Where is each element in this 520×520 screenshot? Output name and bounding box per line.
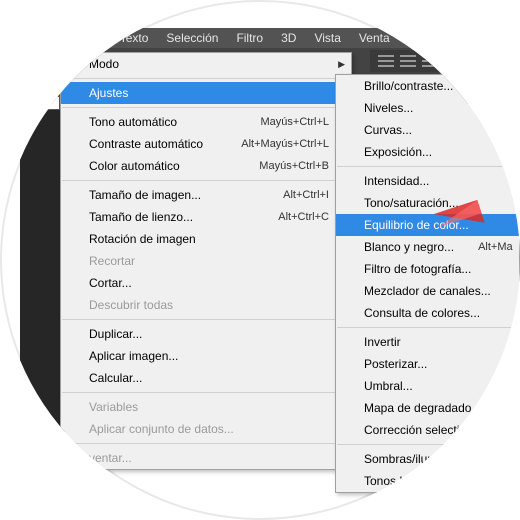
label: Corrección selectiva [364, 423, 472, 437]
menu-texto[interactable]: Texto [111, 31, 158, 45]
chevron-right-icon: ▶ [338, 59, 345, 70]
label: Variables [89, 400, 138, 414]
item-mapa-degradado[interactable]: Mapa de degradado... [336, 397, 519, 419]
align-center-icon[interactable] [400, 55, 416, 67]
menu-ventana[interactable]: Venta [350, 31, 399, 45]
label: ventar... [89, 451, 132, 465]
item-cortar[interactable]: Cortar... [61, 272, 351, 294]
item-curvas[interactable]: Curvas... [336, 119, 519, 141]
shortcut: Alt+Ma [454, 241, 513, 253]
canvas-area [20, 110, 65, 490]
label: Tonos HD [364, 474, 417, 488]
item-consulta-colores[interactable]: Consulta de colores... [336, 302, 519, 324]
item-tono-auto[interactable]: Tono automático Mayús+Ctrl+L [61, 111, 351, 133]
menu-seleccion[interactable]: Selección [157, 31, 227, 45]
item-exposicion[interactable]: Exposición... [336, 141, 519, 163]
label: Brillo/contraste... [364, 79, 453, 93]
item-duplicar[interactable]: Duplicar... [61, 323, 351, 345]
item-brillo[interactable]: Brillo/contraste... [336, 75, 519, 97]
align-right-icon[interactable] [422, 55, 438, 67]
item-tonos-hd[interactable]: Tonos HD [336, 470, 519, 492]
item-invertir[interactable]: Invertir [336, 331, 519, 353]
label: Contraste automático [89, 137, 203, 151]
shortcut: Alt+Mayús+Ctrl+L [217, 138, 329, 150]
item-variables: Variables▶ [61, 396, 351, 418]
label: Tono automático [89, 115, 177, 129]
item-modo[interactable]: Modo ▶ [61, 53, 351, 75]
label: Duplicar... [89, 327, 142, 341]
item-blanco-negro[interactable]: Blanco y negro...Alt+Ma [336, 236, 519, 258]
label: Mezclador de canales... [364, 284, 491, 298]
menu-imagen[interactable]: gen [26, 31, 64, 45]
label: Tamaño de imagen... [89, 188, 201, 202]
label: Ajustes [89, 86, 128, 100]
label: Umbral... [364, 379, 413, 393]
align-toolbar [370, 50, 500, 72]
item-niveles[interactable]: Niveles... [336, 97, 519, 119]
label: Tono/saturación... [364, 196, 459, 210]
label: Cortar... [89, 276, 132, 290]
label: Sombras/ilum [364, 452, 437, 466]
item-ajustes[interactable]: Ajustes▶ [61, 82, 351, 104]
label: Aplicar imagen... [89, 349, 178, 363]
item-equilibrio-color[interactable]: Equilibrio de color... [336, 214, 519, 236]
label: Invertir [364, 335, 401, 349]
label: Niveles... [364, 101, 413, 115]
item-contraste-auto[interactable]: Contraste automático Alt+Mayús+Ctrl+L [61, 133, 351, 155]
item-rotacion[interactable]: Rotación de imagen▶ [61, 228, 351, 250]
item-filtro-foto[interactable]: Filtro de fotografía... [336, 258, 519, 280]
item-posterizar[interactable]: Posterizar... [336, 353, 519, 375]
menu-filtro[interactable]: Filtro [227, 31, 272, 45]
label: Posterizar... [364, 357, 427, 371]
item-color-auto[interactable]: Color automático Mayús+Ctrl+B [61, 155, 351, 177]
item-sombras[interactable]: Sombras/ilum [336, 448, 519, 470]
menu-3d[interactable]: 3D [272, 31, 305, 45]
item-conjunto-datos: Aplicar conjunto de datos... [61, 418, 351, 440]
label: Modo [89, 57, 119, 71]
shortcut: Alt+Ctrl+I [259, 189, 329, 201]
ajustes-submenu: Brillo/contraste... Niveles... Curvas...… [335, 74, 520, 493]
item-calcular[interactable]: Calcular... [61, 367, 351, 389]
item-correccion[interactable]: Corrección selectiva [336, 419, 519, 441]
label: Calcular... [89, 371, 142, 385]
item-aplicar-imagen[interactable]: Aplicar imagen... [61, 345, 351, 367]
label: Recortar [89, 254, 135, 268]
item-recortar: Recortar [61, 250, 351, 272]
item-ventar: ventar... [61, 447, 351, 469]
image-menu: Modo ▶ Ajustes▶ Tono automático Mayús+Ctrl… [60, 52, 352, 470]
label: Descubrir todas [89, 298, 173, 312]
label: Color automático [89, 159, 180, 173]
shortcut: Mayús+Ctrl+L [237, 116, 329, 128]
item-mezclador[interactable]: Mezclador de canales... [336, 280, 519, 302]
label: Aplicar conjunto de datos... [89, 422, 234, 436]
label: Exposición... [364, 145, 432, 159]
label: Intensidad... [364, 174, 429, 188]
label: Mapa de degradado... [364, 401, 481, 415]
menu-capa[interactable]: Capa [64, 31, 111, 45]
item-tamano-lienzo[interactable]: Tamaño de lienzo... Alt+Ctrl+C [61, 206, 351, 228]
item-umbral[interactable]: Umbral... [336, 375, 519, 397]
shortcut: Mayús+Ctrl+B [235, 160, 329, 172]
menubar: gen Capa Texto Selección Filtro 3D Vista… [20, 28, 500, 48]
item-descubrir: Descubrir todas [61, 294, 351, 316]
item-intensidad[interactable]: Intensidad... [336, 170, 519, 192]
ruler [0, 96, 60, 110]
document-tab[interactable]: ear.j [0, 50, 37, 68]
label: Blanco y negro... [364, 240, 454, 254]
label: Rotación de imagen [89, 232, 196, 246]
align-left-icon[interactable] [378, 55, 394, 67]
label: Tamaño de lienzo... [89, 210, 193, 224]
item-tamano-imagen[interactable]: Tamaño de imagen... Alt+Ctrl+I [61, 184, 351, 206]
shortcut: Alt+Ctrl+C [254, 211, 329, 223]
menu-vista[interactable]: Vista [305, 31, 349, 45]
label: Consulta de colores... [364, 306, 480, 320]
item-tono-sat[interactable]: Tono/saturación... [336, 192, 519, 214]
label: Curvas... [364, 123, 412, 137]
label: Filtro de fotografía... [364, 262, 471, 276]
